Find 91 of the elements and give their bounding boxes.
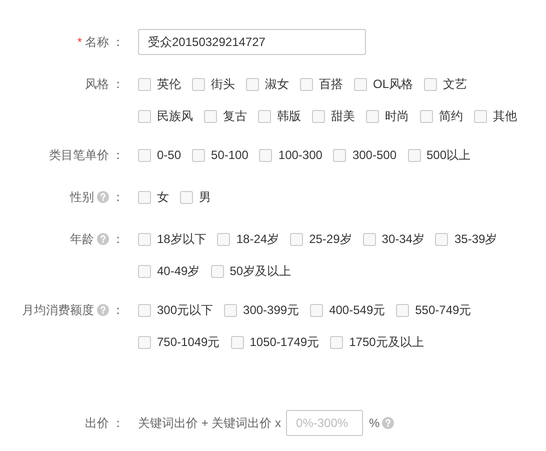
checkbox[interactable]: [259, 148, 272, 162]
option-label: 300-500: [352, 147, 396, 164]
checkbox[interactable]: [408, 148, 420, 162]
checkbox[interactable]: [362, 232, 376, 246]
checkbox[interactable]: [354, 78, 367, 90]
checkbox[interactable]: [333, 148, 346, 162]
checkbox[interactable]: [138, 190, 151, 204]
checkbox[interactable]: [138, 148, 151, 162]
checkbox[interactable]: [290, 232, 304, 246]
option-label: 500以上: [426, 147, 471, 164]
option-label: 1750元及以上: [349, 334, 424, 351]
option-label: 百搭: [319, 76, 343, 93]
label-colon: ：: [112, 34, 124, 51]
checkbox[interactable]: [138, 336, 151, 348]
checkbox[interactable]: [192, 78, 205, 90]
option-label: 18岁以下: [157, 231, 206, 248]
unit-label: %: [369, 415, 380, 432]
field-label: 性别: [70, 189, 94, 206]
option-label: 文艺: [443, 76, 468, 93]
checkbox[interactable]: [310, 304, 324, 316]
label-colon: ：: [112, 147, 124, 164]
checkbox[interactable]: [224, 304, 238, 316]
label-colon: ：: [112, 302, 124, 319]
option-label: 民族风: [157, 108, 193, 125]
percent-input[interactable]: 0%-300%: [286, 410, 364, 436]
checkbox[interactable]: [138, 78, 151, 90]
option-label: 50岁及以上: [230, 263, 292, 280]
option-label: 街头: [211, 76, 235, 93]
checkbox[interactable]: [217, 232, 230, 246]
option-label: 300元以下: [157, 302, 214, 319]
option-label: 韩版: [277, 108, 301, 125]
checkbox[interactable]: [138, 232, 151, 246]
option-label: 简约: [439, 108, 463, 125]
option-label: 英伦: [157, 76, 181, 93]
option-label: 淑女: [265, 76, 289, 93]
bid-formula: 关键词出价 + 关键词出价 x: [138, 415, 282, 432]
option-label: 时尚: [385, 108, 409, 125]
option-label: 男: [199, 189, 211, 206]
checkbox[interactable]: [300, 78, 313, 90]
label-colon: ：: [112, 415, 124, 432]
checkbox[interactable]: [246, 78, 259, 90]
option-label: 0-50: [157, 147, 182, 164]
checkbox[interactable]: [180, 190, 193, 204]
option-label: 其他: [493, 108, 517, 125]
option-label: 18-24岁: [236, 231, 280, 248]
label-colon: ：: [112, 76, 124, 93]
checkbox[interactable]: [366, 110, 379, 122]
option-label: 25-29岁: [309, 231, 352, 248]
checkbox[interactable]: [330, 336, 344, 348]
option-label: 甜美: [331, 108, 355, 125]
option-label: 复古: [223, 108, 247, 125]
option-label: 女: [157, 189, 169, 206]
checkbox[interactable]: [230, 336, 244, 348]
field-label: 名称: [85, 34, 109, 51]
checkbox[interactable]: [312, 110, 325, 122]
option-label: 35-39岁: [454, 231, 498, 248]
field-label: 风格: [85, 76, 109, 93]
checkbox[interactable]: [474, 110, 487, 122]
field-label: 年龄: [70, 231, 94, 248]
checkbox[interactable]: [258, 110, 271, 122]
checkbox[interactable]: [396, 304, 410, 316]
help-icon[interactable]: [97, 233, 109, 245]
option-label: 50-100: [211, 147, 248, 164]
option-label: 30-34岁: [382, 231, 424, 248]
option-label: 550-749元: [415, 302, 472, 319]
checkbox[interactable]: [424, 78, 438, 90]
checkbox[interactable]: [435, 232, 448, 246]
label-colon: ：: [112, 231, 124, 248]
field-label: 出价: [85, 415, 109, 432]
checkbox[interactable]: [138, 110, 151, 122]
checkbox[interactable]: [204, 110, 217, 122]
checkbox[interactable]: [192, 148, 206, 162]
option-label: 400-549元: [329, 302, 386, 319]
help-icon[interactable]: [97, 191, 109, 203]
checkbox[interactable]: [420, 110, 433, 122]
option-label: 300-399元: [243, 302, 300, 319]
required-asterisk: *: [77, 34, 82, 51]
checkbox[interactable]: [138, 304, 151, 316]
label-colon: ：: [112, 189, 124, 206]
help-icon[interactable]: [97, 304, 109, 316]
field-label: 月均消费额度: [22, 302, 94, 319]
checkbox[interactable]: [138, 264, 151, 278]
option-label: 100-300: [278, 147, 322, 164]
checkbox[interactable]: [210, 264, 224, 278]
option-label: 750-1049元: [157, 334, 220, 351]
option-label: OL风格: [373, 76, 414, 93]
field-label: 类目笔单价: [49, 147, 109, 164]
name-input[interactable]: 受众20150329214727: [138, 29, 366, 55]
option-label: 1050-1749元: [250, 334, 320, 351]
help-icon[interactable]: [382, 417, 394, 429]
option-label: 40-49岁: [157, 263, 200, 280]
